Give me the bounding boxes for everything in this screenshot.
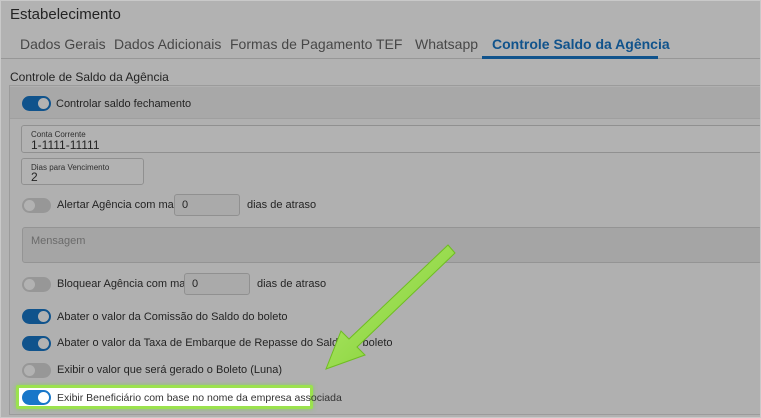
alertar-dias-input[interactable]: 0	[174, 194, 240, 216]
dias-vencimento-value: 2	[31, 170, 38, 184]
tab-bar: Dados Gerais Dados Adicionais Formas de …	[1, 31, 760, 59]
alertar-agencia-toggle[interactable]	[22, 198, 51, 213]
dias-vencimento-label: Dias para Vencimento	[31, 163, 110, 172]
abater-comissao-toggle[interactable]	[22, 309, 51, 324]
controlar-saldo-toggle[interactable]	[22, 96, 51, 111]
abater-taxa-label: Abater o valor da Taxa de Embarque de Re…	[57, 337, 393, 349]
mensagem-textarea[interactable]: Mensagem	[22, 227, 760, 263]
controlar-saldo-label: Controlar saldo fechamento	[56, 98, 192, 110]
tab-controle-saldo[interactable]: Controle Saldo da Agência	[492, 36, 670, 52]
exibir-valor-toggle[interactable]	[22, 363, 51, 378]
tab-dados-gerais[interactable]: Dados Gerais	[20, 36, 106, 52]
toggle-knob	[24, 365, 35, 376]
abater-taxa-toggle[interactable]	[22, 336, 51, 351]
dias-vencimento-field[interactable]: Dias para Vencimento 2	[21, 158, 144, 185]
alertar-dias-suffix: dias de atraso	[247, 199, 317, 211]
page-title: Estabelecimento	[10, 6, 121, 23]
toggle-knob	[38, 392, 49, 403]
toggle-knob	[38, 338, 49, 349]
tab-dados-adicionais[interactable]: Dados Adicionais	[114, 36, 221, 52]
toggle-knob	[38, 311, 49, 322]
bloquear-agencia-toggle[interactable]	[22, 277, 51, 292]
tab-tef[interactable]: TEF	[376, 36, 402, 52]
exibir-beneficiario-label: Exibir Beneficiário com base no nome da …	[57, 392, 342, 404]
exibir-valor-label: Exibir o valor que será gerado o Boleto …	[57, 364, 283, 376]
toggle-knob	[24, 279, 35, 290]
active-tab-indicator	[482, 56, 658, 59]
bloquear-dias-suffix: dias de atraso	[257, 278, 327, 290]
exibir-beneficiario-toggle[interactable]	[22, 390, 51, 405]
abater-comissao-label: Abater o valor da Comissão do Saldo do b…	[57, 311, 288, 323]
conta-corrente-value: 1-1111-11111	[31, 138, 100, 152]
tab-whatsapp[interactable]: Whatsapp	[415, 36, 478, 52]
app-window: Estabelecimento Dados Gerais Dados Adici…	[0, 0, 761, 418]
conta-corrente-field[interactable]: Conta Corrente 1-1111-11111	[21, 125, 760, 153]
tab-formas-de-pagamento[interactable]: Formas de Pagamento	[230, 36, 372, 52]
toggle-knob	[24, 200, 35, 211]
toggle-knob	[38, 98, 49, 109]
mensagem-placeholder: Mensagem	[31, 235, 86, 247]
bloquear-dias-input[interactable]: 0	[184, 273, 250, 295]
section-title: Controle de Saldo da Agência	[10, 70, 169, 84]
